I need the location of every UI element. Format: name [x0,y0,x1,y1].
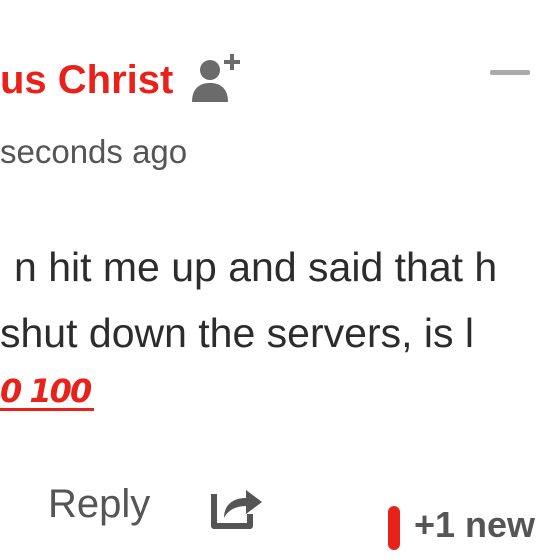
new-replies-indicator[interactable]: +1 new [414,502,535,548]
comment-body-line-1: n hit me up and said that h [14,244,498,290]
comment-author-name[interactable]: us Christ [0,56,173,104]
hundred-points-emoji: 0 100 [0,374,95,411]
comment-body-line-2: shut down the servers, is l [0,310,474,356]
reply-button[interactable]: Reply [48,480,150,528]
share-icon[interactable] [210,484,264,530]
add-user-icon[interactable] [190,48,246,104]
new-replies-marker [388,506,400,550]
collapse-icon[interactable] [490,70,530,78]
comment-card: us Christ seconds ago n hit me up and sa… [0,0,560,560]
comment-timestamp: seconds ago [0,133,188,170]
comment-body-line-3: 0 100 [0,366,95,416]
